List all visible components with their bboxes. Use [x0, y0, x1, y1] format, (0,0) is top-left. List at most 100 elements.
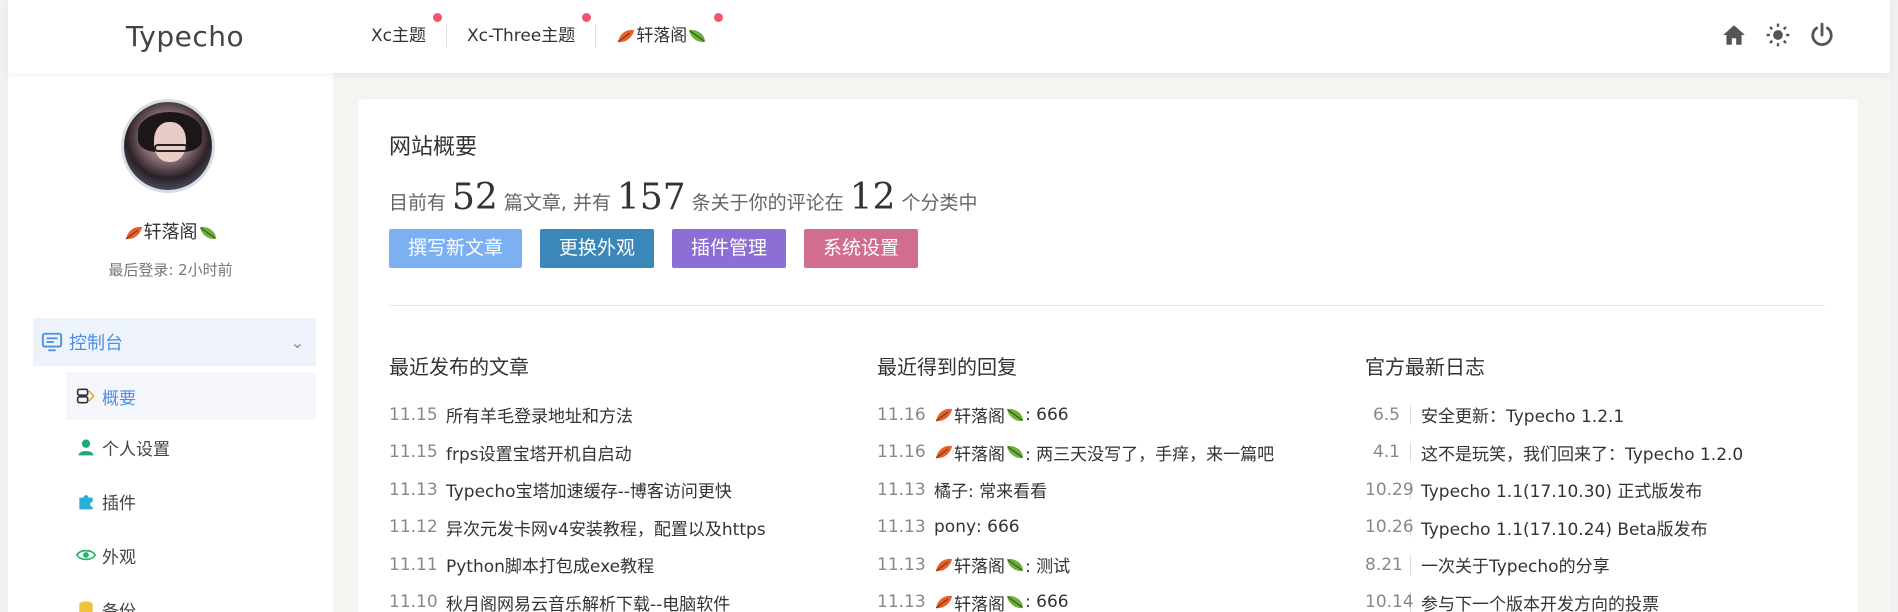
reply-author[interactable]: pony [934, 517, 976, 537]
sun-icon[interactable] [1765, 22, 1791, 48]
post-link[interactable]: frps设置宝塔开机自启动 [446, 440, 632, 465]
list-item[interactable]: 11.13 pony: 666 [877, 509, 1337, 547]
item-date: 11.16 [877, 404, 926, 425]
sidebar-item-label: 个人设置 [102, 439, 170, 460]
sidebar-item-label: 外观 [102, 547, 136, 568]
autumn-leaf-icon [935, 408, 952, 422]
sidebar-item-dashboard[interactable]: 控制台 ⌄ [33, 318, 316, 366]
database-icon [79, 601, 93, 612]
sidebar-submenu: 概要 个人设置 插件 外观 备份 [33, 372, 316, 612]
item-date: 10.26 [1365, 517, 1414, 538]
sidebar-item-appearance[interactable]: 外观 [66, 528, 316, 582]
item-date: 11.16 [877, 442, 926, 463]
sidebar-menu: 控制台 ⌄ 概要 个人设置 插件 外观 备份 [33, 318, 316, 612]
power-icon[interactable] [1809, 22, 1835, 48]
post-link[interactable]: 秋月阁网易云音乐解析下载--电脑软件 [446, 590, 730, 612]
sidebar-item-backup[interactable]: 备份 [66, 582, 316, 612]
summary-text: 篇文章, 并有 [503, 192, 611, 214]
log-link[interactable]: Typecho 1.1(17.10.24) Beta版发布 [1421, 515, 1708, 540]
autumn-leaf-icon [125, 226, 142, 240]
sidebar-item-label: 控制台 [69, 333, 123, 354]
reply-author[interactable]: 轩落阁 [954, 440, 1005, 465]
list-item[interactable]: 11.12 异次元发卡网v4安装教程，配置以及https [389, 509, 849, 547]
list-item[interactable]: 10.29 Typecho 1.1(17.10.30) 正式版发布 [1365, 471, 1825, 509]
chevron-down-icon: ⌄ [290, 332, 304, 352]
sidebar-item-overview[interactable]: 概要 [66, 372, 316, 420]
action-buttons: 撰写新文章 更换外观 插件管理 系统设置 [389, 229, 919, 268]
list-item[interactable]: 4.1 这不是玩笑，我们回来了：Typecho 1.2.0 [1365, 434, 1825, 472]
log-link[interactable]: 这不是玩笑，我们回来了：Typecho 1.2.0 [1421, 440, 1743, 465]
list-item[interactable]: 11.13 轩落阁: 666 [877, 584, 1337, 612]
topnav-label: Xc主题 [371, 26, 426, 46]
reply-text[interactable]: : 测试 [1025, 552, 1070, 577]
system-settings-button[interactable]: 系统设置 [804, 229, 919, 268]
eye-icon [76, 549, 96, 561]
post-link[interactable]: 所有羊毛登录地址和方法 [446, 402, 633, 427]
autumn-leaf-icon [935, 596, 952, 609]
write-post-button[interactable]: 撰写新文章 [389, 229, 523, 268]
topnav-xc-theme[interactable]: Xc主题 [363, 13, 446, 48]
recent-replies: 最近得到的回复 11.16 轩落阁: 666 11.16 轩落阁: 两三天没写了，手痒… [877, 351, 1337, 612]
avatar[interactable] [121, 99, 215, 193]
topnav-xc-three-theme[interactable]: Xc-Three主题 [447, 13, 595, 48]
sidebar-username: 轩落阁 [8, 218, 333, 244]
log-link[interactable]: Typecho 1.1(17.10.30) 正式版发布 [1421, 477, 1702, 502]
brand-logo[interactable]: Typecho [126, 20, 244, 53]
list-item[interactable]: 6.5 安全更新：Typecho 1.2.1 [1365, 396, 1825, 434]
overview-icon [76, 388, 95, 404]
list-item[interactable]: 11.10 秋月阁网易云音乐解析下载--电脑软件 [389, 584, 849, 612]
list-item[interactable]: 11.11 Python脚本打包成exe教程 [389, 546, 849, 584]
post-count: 52 [452, 177, 498, 218]
top-actions [1721, 22, 1835, 48]
site-summary: 目前有 52 篇文章, 并有 157 条关于你的评论在 12 个分类中 [389, 177, 977, 218]
item-date: 11.13 [877, 554, 926, 575]
list-item[interactable]: 10.14 参与下一个版本开发方向的投票 [1365, 584, 1825, 612]
official-log: 官方最新日志 6.5 安全更新：Typecho 1.2.1 4.1 这不是玩笑，我们… [1365, 351, 1825, 612]
home-icon[interactable] [1721, 22, 1747, 48]
notification-dot [714, 13, 724, 22]
reply-author[interactable]: 橘子 [934, 477, 968, 502]
green-leaf-icon [1007, 558, 1023, 571]
notification-dot [433, 13, 442, 22]
sidebar-item-profile[interactable]: 个人设置 [66, 420, 316, 474]
list-item[interactable]: 10.26 Typecho 1.1(17.10.24) Beta版发布 [1365, 509, 1825, 547]
reply-author[interactable]: 轩落阁 [954, 402, 1005, 427]
monitor-icon [41, 332, 63, 352]
green-leaf-icon [1007, 596, 1023, 609]
item-date: 11.11 [389, 554, 438, 575]
log-link[interactable]: 安全更新：Typecho 1.2.1 [1421, 402, 1624, 427]
plugin-manage-button[interactable]: 插件管理 [672, 229, 787, 268]
item-date: 4.1 [1365, 442, 1411, 463]
green-leaf-icon [1007, 408, 1023, 421]
reply-text[interactable]: : 常来看看 [968, 477, 1047, 502]
list-item[interactable]: 11.15 所有羊毛登录地址和方法 [389, 396, 849, 434]
list-item[interactable]: 8.21 一次关于Typecho的分享 [1365, 546, 1825, 584]
sidebar-item-label: 概要 [102, 388, 136, 409]
last-login: 最后登录: 2小时前 [108, 261, 233, 279]
reply-text[interactable]: : 666 [976, 517, 1020, 537]
reply-text[interactable]: : 两三天没写了，手痒，来一篇吧 [1025, 440, 1274, 465]
recent-posts: 最近发布的文章 11.15 所有羊毛登录地址和方法 11.15 frps设置宝塔开机… [389, 351, 849, 612]
log-link[interactable]: 一次关于Typecho的分享 [1421, 552, 1610, 577]
topnav-xuanluoge[interactable]: 轩落阁 [596, 13, 727, 48]
reply-text[interactable]: : 666 [1025, 405, 1069, 425]
reply-text[interactable]: : 666 [1025, 592, 1069, 612]
list-item[interactable]: 11.13 轩落阁 : 测试 [877, 546, 1337, 584]
summary-text: 目前有 [389, 192, 447, 214]
reply-author[interactable]: 轩落阁 [954, 552, 1005, 577]
list-item[interactable]: 11.16 轩落阁 : 两三天没写了，手痒，来一篇吧 [877, 434, 1337, 472]
post-link[interactable]: Typecho宝塔加速缓存--博客访问更快 [446, 477, 732, 502]
replies-list: 11.16 轩落阁: 666 11.16 轩落阁: 两三天没写了，手痒，来一篇吧 11.… [877, 396, 1337, 612]
list-item[interactable]: 11.15 frps设置宝塔开机自启动 [389, 434, 849, 472]
log-link[interactable]: 参与下一个版本开发方向的投票 [1421, 590, 1659, 612]
post-link[interactable]: Python脚本打包成exe教程 [446, 552, 654, 577]
sidebar-item-plugins[interactable]: 插件 [66, 474, 316, 528]
list-item[interactable]: 11.13 橘子: 常来看看 [877, 471, 1337, 509]
list-item[interactable]: 11.13 Typecho宝塔加速缓存--博客访问更快 [389, 471, 849, 509]
post-link[interactable]: 异次元发卡网v4安装教程，配置以及https [446, 515, 766, 540]
change-theme-button[interactable]: 更换外观 [540, 229, 655, 268]
list-item[interactable]: 11.16 轩落阁 : 666 [877, 396, 1337, 434]
sidebar-item-label: 备份 [102, 601, 136, 612]
notification-dot [582, 13, 592, 22]
reply-author[interactable]: 轩落阁 [954, 590, 1005, 612]
